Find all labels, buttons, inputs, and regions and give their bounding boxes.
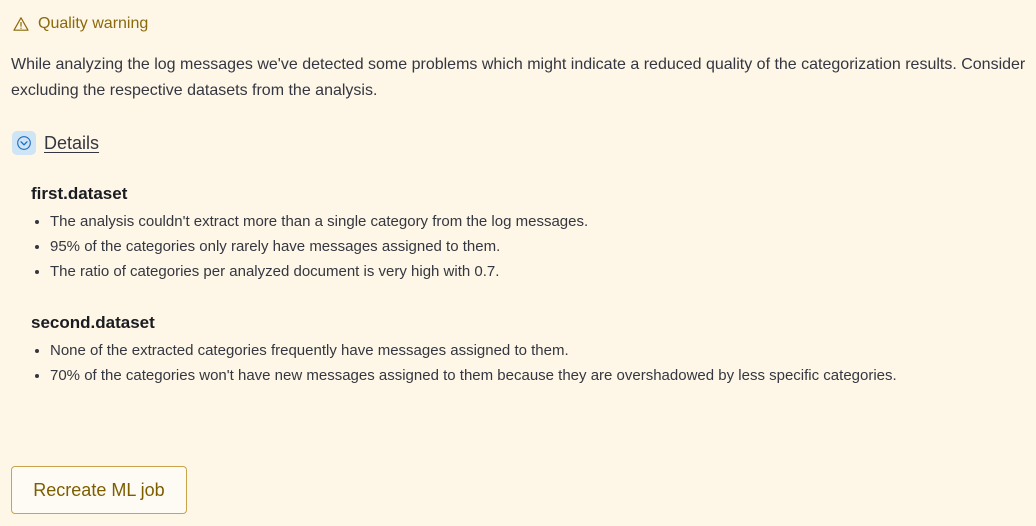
issue-list: The analysis couldn't extract more than … — [31, 209, 588, 284]
callout-title: Quality warning — [38, 15, 149, 32]
chevron-down-icon[interactable] — [12, 131, 36, 155]
list-item: None of the extracted categories frequen… — [31, 338, 897, 363]
dataset-section-first: first.dataset The analysis couldn't extr… — [31, 183, 588, 284]
dataset-name: second.dataset — [31, 313, 155, 332]
recreate-ml-job-button[interactable]: Recreate ML job — [11, 466, 187, 514]
warning-icon — [13, 16, 29, 32]
issue-list: None of the extracted categories frequen… — [31, 338, 897, 388]
list-item: 70% of the categories won't have new mes… — [31, 363, 897, 388]
callout-description: While analyzing the log messages we've d… — [11, 56, 1026, 99]
details-toggle[interactable]: Details — [12, 131, 99, 155]
callout-header: Quality warning — [13, 14, 148, 34]
list-item: The ratio of categories per analyzed doc… — [31, 259, 588, 284]
dataset-name: first.dataset — [31, 184, 128, 203]
dataset-section-second: second.dataset None of the extracted cat… — [31, 312, 897, 388]
quality-warning-callout: Quality warning While analyzing the log … — [0, 0, 1036, 526]
list-item: The analysis couldn't extract more than … — [31, 209, 588, 234]
details-label[interactable]: Details — [44, 131, 99, 155]
list-item: 95% of the categories only rarely have m… — [31, 234, 588, 259]
